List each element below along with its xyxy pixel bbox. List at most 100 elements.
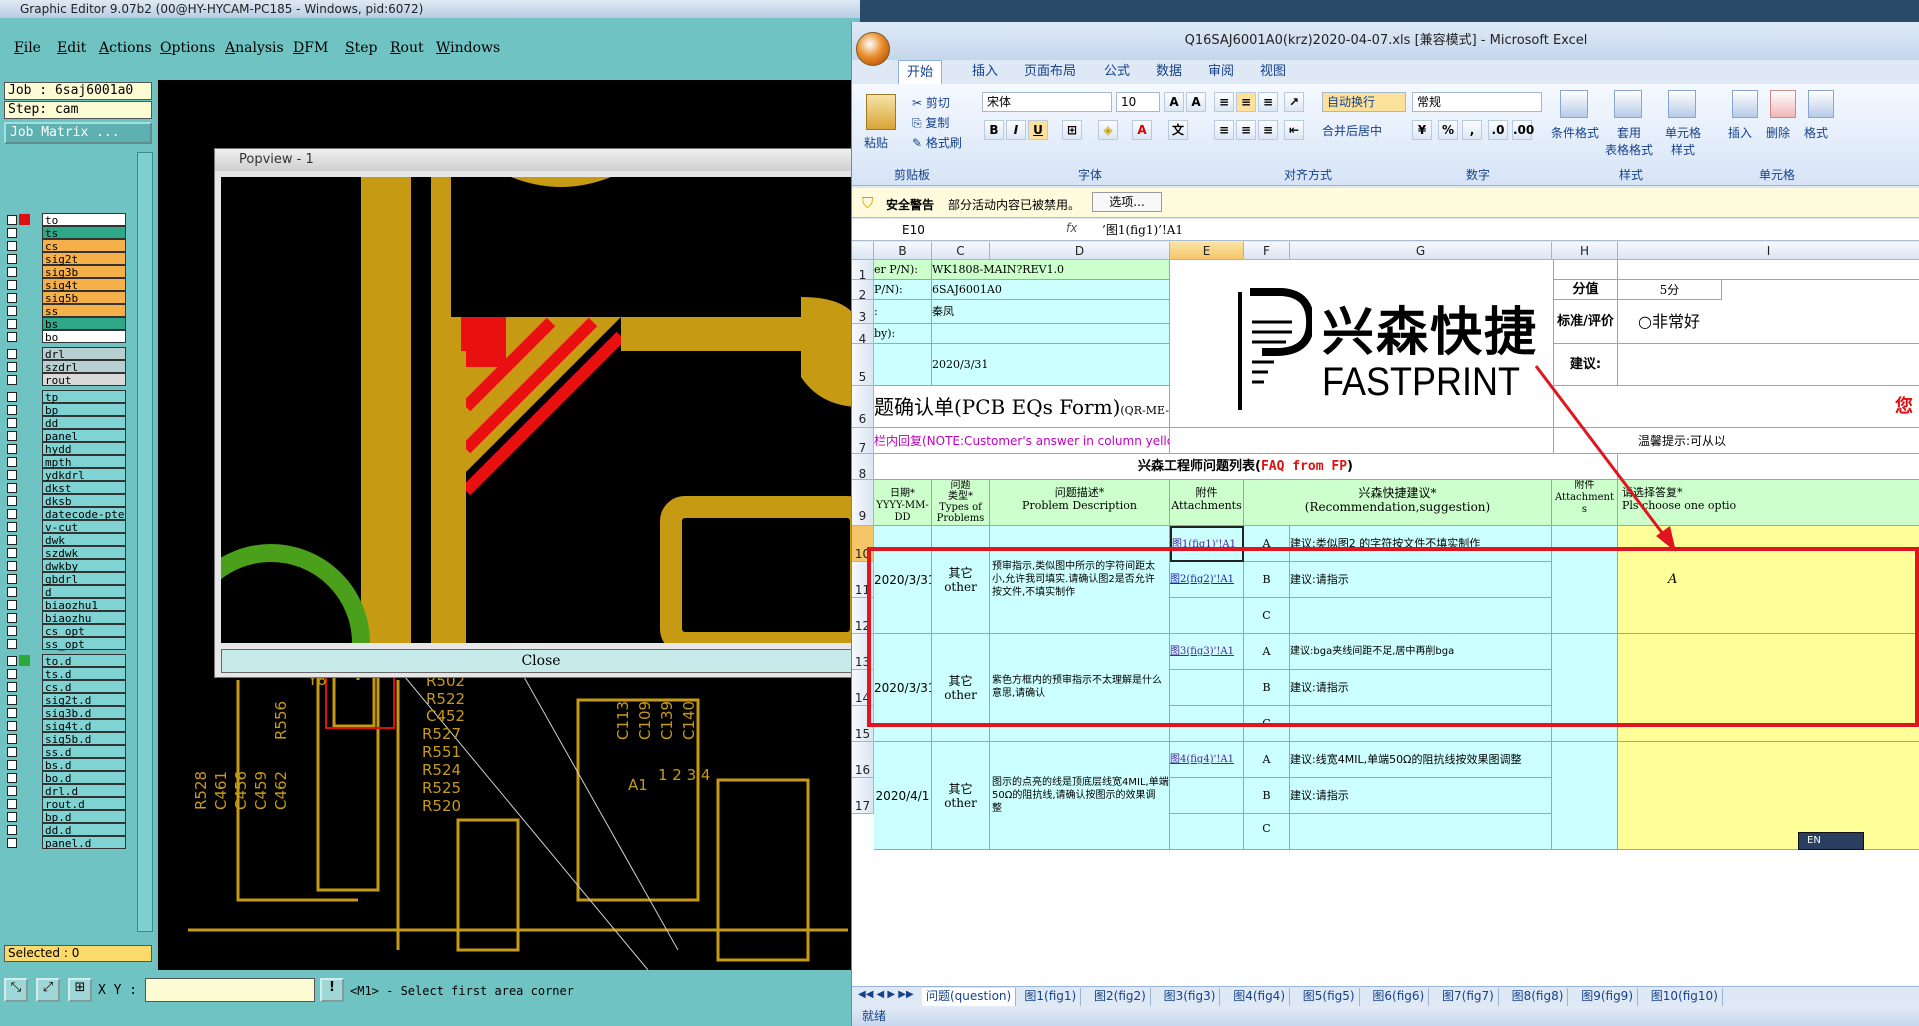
layer-scrollbar[interactable] xyxy=(137,152,153,932)
sheet-nav-icon[interactable]: ◀◀ ◀ ▶ ▶▶ xyxy=(858,989,914,1000)
col-header-h[interactable]: H xyxy=(1552,242,1618,260)
layer-row[interactable]: ss_opt xyxy=(4,636,126,651)
layer-checkbox[interactable] xyxy=(7,280,17,290)
row-header[interactable]: 3 xyxy=(852,300,874,324)
layer-checkbox[interactable] xyxy=(7,267,17,277)
sheet-tab-fig7[interactable]: 图7(fig7) xyxy=(1438,988,1499,1006)
layer-checkbox[interactable] xyxy=(7,825,17,835)
layer-checkbox[interactable] xyxy=(7,306,17,316)
sheet-tab-fig1[interactable]: 图1(fig1) xyxy=(1020,988,1082,1006)
insert-cells-button[interactable]: 插入 xyxy=(1728,124,1752,141)
bold-button[interactable]: B xyxy=(984,120,1004,140)
cell-b3[interactable]: : xyxy=(874,300,932,324)
zoom-area-button[interactable]: ⤡ xyxy=(4,978,28,1002)
layer-checkbox[interactable] xyxy=(7,721,17,731)
layer-checkbox[interactable] xyxy=(7,349,17,359)
fill-color-button[interactable]: ◈ xyxy=(1098,120,1118,140)
row-header[interactable]: 8 xyxy=(852,454,874,481)
row-header[interactable]: 9 xyxy=(852,480,874,526)
row-header[interactable]: 16 xyxy=(852,742,874,778)
layer-checkbox[interactable] xyxy=(7,773,17,783)
grid-button[interactable]: ⊞ xyxy=(68,978,92,1002)
menu-actions[interactable]: Actions xyxy=(99,40,152,56)
layer-checkbox[interactable] xyxy=(7,587,17,597)
layer-checkbox[interactable] xyxy=(7,522,17,532)
row-header[interactable]: 6 xyxy=(852,386,874,428)
layer-checkbox[interactable] xyxy=(7,483,17,493)
layer-row[interactable]: rout xyxy=(4,372,126,387)
ime-toolbar[interactable]: EN xyxy=(1798,832,1864,850)
row-header[interactable]: 7 xyxy=(852,428,874,455)
q3-answer[interactable] xyxy=(1618,742,1919,850)
cell-e7[interactable] xyxy=(1170,428,1554,454)
tab-data[interactable]: 数据 xyxy=(1148,60,1190,84)
layer-checkbox[interactable] xyxy=(7,535,17,545)
cell-c1[interactable]: WK1808-MAIN?REV1.0 xyxy=(932,260,1170,280)
phonetic-button[interactable]: 文 xyxy=(1168,120,1188,140)
menu-dfm[interactable]: DFM xyxy=(293,40,328,56)
layer-name[interactable]: ss_opt xyxy=(42,637,126,651)
sheet-tab-fig8[interactable]: 图8(fig8) xyxy=(1508,988,1569,1006)
layer-checkbox[interactable] xyxy=(7,431,17,441)
layer-checkbox[interactable] xyxy=(7,799,17,809)
layer-checkbox[interactable] xyxy=(7,418,17,428)
sheet-tab-fig10[interactable]: 图10(fig10) xyxy=(1647,988,1723,1006)
job-matrix-button[interactable]: Job Matrix ... xyxy=(4,122,152,144)
layer-checkbox[interactable] xyxy=(7,228,17,238)
tab-home[interactable]: 开始 xyxy=(898,60,943,84)
delete-cells-button[interactable]: 删除 xyxy=(1766,124,1790,141)
tab-review[interactable]: 审阅 xyxy=(1200,60,1242,84)
table-style-button[interactable]: 套用 表格格式 xyxy=(1604,124,1654,158)
increase-decimal-button[interactable]: .0 xyxy=(1488,120,1508,140)
layer-row[interactable]: bo xyxy=(4,329,126,344)
sheet-tab-fig5[interactable]: 图5(fig5) xyxy=(1299,988,1360,1006)
decrease-decimal-button[interactable]: .00 xyxy=(1512,120,1534,140)
score-value[interactable]: 5分 xyxy=(1618,280,1722,300)
layer-checkbox[interactable] xyxy=(7,215,17,225)
layer-checkbox[interactable] xyxy=(7,812,17,822)
font-size-select[interactable]: 10 xyxy=(1116,92,1160,112)
align-bottom-button[interactable]: ≡ xyxy=(1258,92,1278,112)
q3-link-empty[interactable] xyxy=(1170,778,1244,814)
popview-canvas[interactable] xyxy=(221,177,861,643)
row-header[interactable]: 1 xyxy=(852,260,874,282)
layer-checkbox[interactable] xyxy=(7,332,17,342)
font-name-select[interactable]: 宋体 xyxy=(982,92,1112,112)
layer-checkbox[interactable] xyxy=(7,639,17,649)
popview-close-button[interactable]: Close xyxy=(221,649,861,673)
merge-center-button[interactable]: 合并后居中 xyxy=(1322,122,1382,139)
underline-button[interactable]: U xyxy=(1028,120,1048,140)
q3-rec-c[interactable] xyxy=(1290,814,1552,850)
layer-checkbox[interactable] xyxy=(7,734,17,744)
col-header-e[interactable]: E xyxy=(1170,242,1244,260)
col-header-f[interactable]: F xyxy=(1244,242,1290,260)
q3-description[interactable]: 图示的点亮的线是顶底层线宽4MIL,单端 50Ω的阻抗线,请确认按图示的效果调 … xyxy=(990,742,1170,850)
cell-i1[interactable] xyxy=(1618,260,1919,280)
wrap-text-button[interactable]: 自动换行 xyxy=(1322,92,1406,112)
xy-input[interactable] xyxy=(145,978,315,1002)
align-right-button[interactable]: ≡ xyxy=(1258,120,1278,140)
cell-h1[interactable] xyxy=(1554,260,1618,280)
q3-link-empty2[interactable] xyxy=(1170,814,1244,850)
layer-checkbox[interactable] xyxy=(7,838,17,848)
row-header[interactable]: 17 xyxy=(852,778,874,814)
layer-checkbox[interactable] xyxy=(7,682,17,692)
layer-checkbox[interactable] xyxy=(7,293,17,303)
cell-c5[interactable]: 2020/3/31 xyxy=(932,344,1170,386)
menu-windows[interactable]: Windows xyxy=(436,40,500,56)
cell-b5[interactable] xyxy=(874,344,932,386)
menu-step[interactable]: Step xyxy=(345,40,377,56)
layer-checkbox[interactable] xyxy=(7,656,17,666)
sheet-tab-fig2[interactable]: 图2(fig2) xyxy=(1090,988,1151,1006)
format-cells-button[interactable]: 格式 xyxy=(1804,124,1828,141)
align-left-button[interactable]: ≡ xyxy=(1214,120,1234,140)
menu-rout[interactable]: Rout xyxy=(390,40,424,56)
layer-checkbox[interactable] xyxy=(7,747,17,757)
name-box[interactable]: E10 xyxy=(862,221,982,239)
sheet-tab-fig6[interactable]: 图6(fig6) xyxy=(1368,988,1430,1006)
cell-c4[interactable] xyxy=(932,324,1170,344)
menu-options[interactable]: Options xyxy=(160,40,215,56)
percent-button[interactable]: % xyxy=(1438,120,1458,140)
menu-edit[interactable]: Edit xyxy=(57,40,86,56)
q3-link-fig4[interactable]: 图4(fig4)'!A1 xyxy=(1170,742,1244,778)
